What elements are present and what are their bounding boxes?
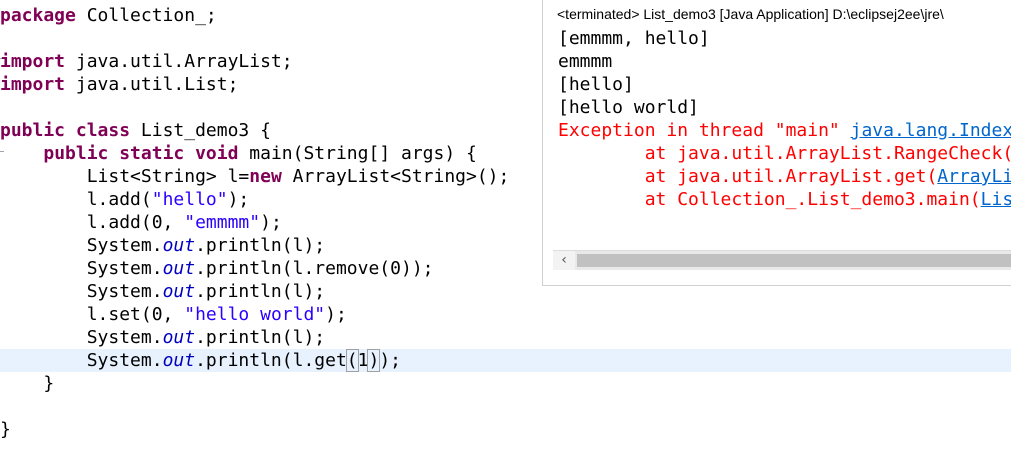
exception-class-link[interactable]: java.lang.IndexOutOfBoundsException: [851, 120, 1011, 141]
stack-source-link[interactable]: List_demo3.java: [981, 189, 1011, 210]
stack-trace-line: at java.util.ArrayList.get(ArrayList.jav…: [558, 165, 1011, 188]
code-line-close-method[interactable]: }: [0, 372, 1011, 395]
horizontal-scrollbar[interactable]: ‹: [553, 250, 1011, 270]
console-view[interactable]: <terminated> List_demo3 [Java Applicatio…: [542, 0, 1011, 286]
code-line-close-class[interactable]: }: [0, 418, 1011, 441]
console-output-line: [hello]: [558, 74, 634, 95]
matching-bracket-close: ): [367, 349, 381, 372]
scrollbar-thumb[interactable]: [577, 254, 1011, 267]
matching-bracket-open: (: [345, 349, 359, 372]
code-line-println-3[interactable]: System.out.println(l);: [0, 326, 1011, 349]
console-title: <terminated> List_demo3 [Java Applicatio…: [557, 6, 944, 22]
console-output-line: emmmm: [558, 51, 613, 72]
console-output-line: [emmmm, hello]: [558, 28, 710, 49]
stack-trace-line: at java.util.ArrayList.RangeCheck(ArrayL…: [644, 143, 1011, 164]
code-line-set[interactable]: l.set(0, "hello world");: [0, 303, 1011, 326]
exception-line: Exception in thread "main" java.lang.Ind…: [558, 119, 1011, 142]
console-output-line: [hello world]: [558, 97, 699, 118]
stack-source-link[interactable]: ArrayList.java: [937, 166, 1011, 187]
code-line-println-get-current[interactable]: System.out.println(l.get(1));: [0, 349, 1011, 372]
stack-trace-line: at Collection_.List_demo3.main(List_demo…: [558, 188, 1011, 211]
scroll-left-arrow-icon[interactable]: ‹: [553, 251, 575, 270]
